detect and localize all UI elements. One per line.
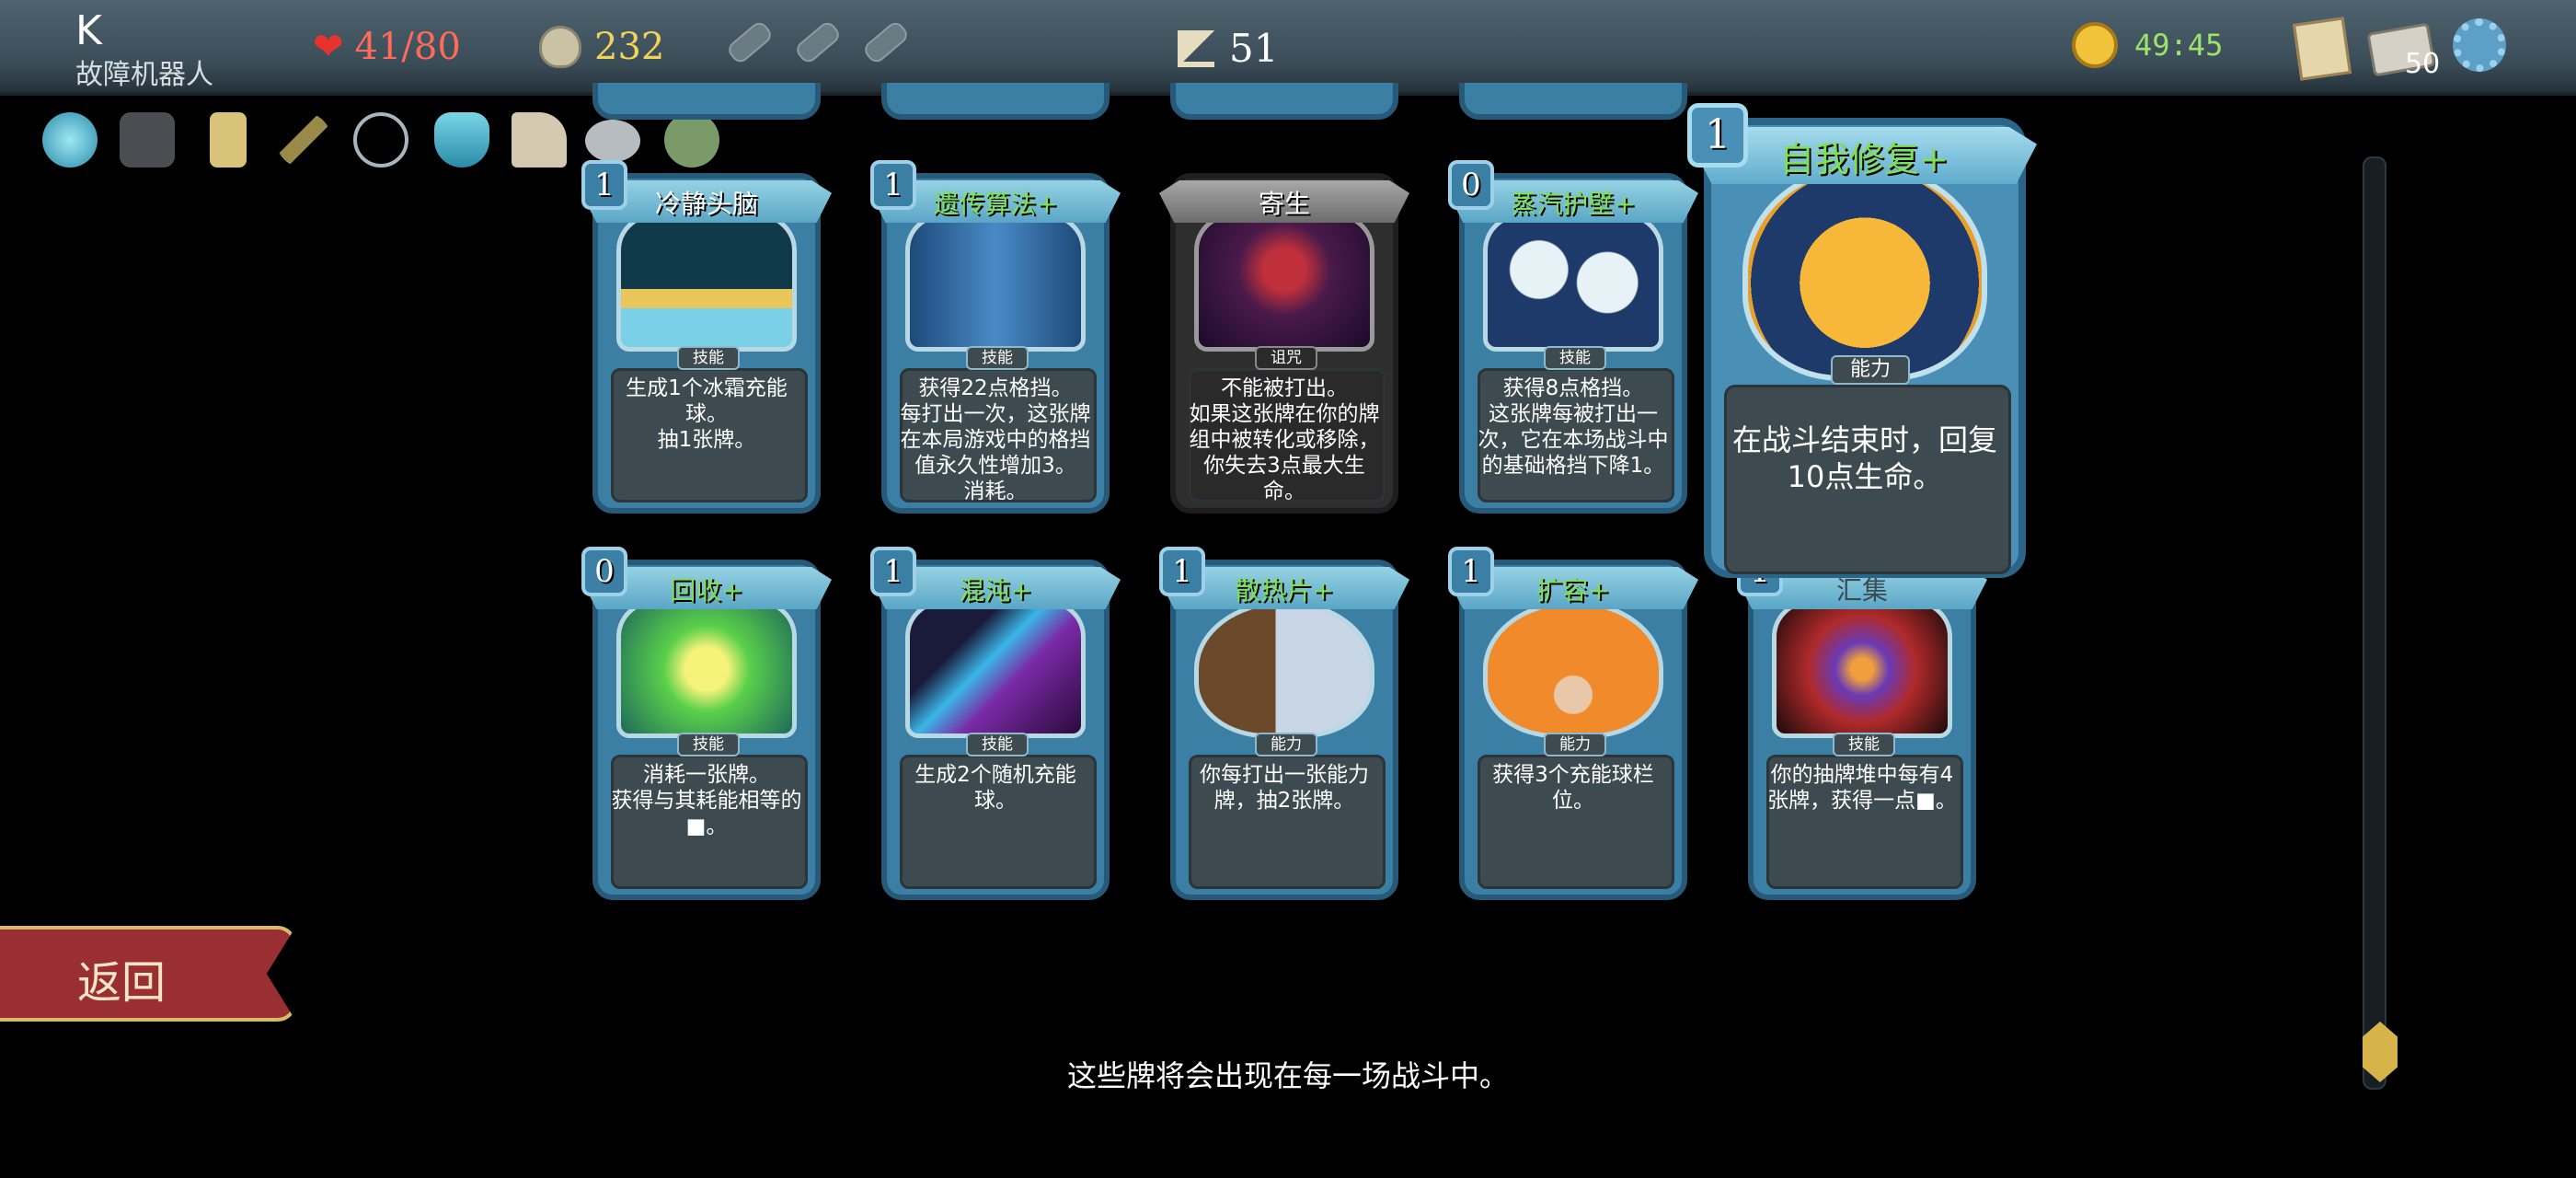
top-bar: K 故障机器人 ❤ 41/80 232 51 49:45 50 bbox=[0, 0, 2576, 96]
card-cost: 1 bbox=[870, 160, 916, 210]
card-chaos[interactable]: 混沌+ 1 技能 生成2个随机充能球。 bbox=[870, 547, 1121, 907]
empty-potion-slot-2[interactable] bbox=[793, 18, 843, 66]
card-art bbox=[1772, 600, 1952, 738]
crystal-relic-icon[interactable] bbox=[434, 112, 489, 167]
card-art bbox=[1483, 600, 1663, 738]
map-icon[interactable] bbox=[2292, 17, 2352, 81]
hp-display[interactable]: ❤ 41/80 bbox=[313, 26, 461, 68]
gear-icon[interactable] bbox=[2453, 18, 2506, 72]
gold-bag-icon bbox=[539, 26, 581, 68]
card-name: 寄生 bbox=[1258, 189, 1310, 219]
card-aggregate[interactable]: 汇集 1 技能 你的抽牌堆中每有4张牌，获得一点■。 bbox=[1737, 547, 1987, 907]
card-capacitor[interactable]: 扩容+ 1 能力 获得3个充能球栏位。 bbox=[1448, 547, 1698, 907]
card-cost: 1 bbox=[581, 160, 627, 210]
character-class: 故障机器人 bbox=[75, 59, 213, 91]
run-timer: 49:45 bbox=[2072, 22, 2223, 68]
lantern-relic-icon[interactable] bbox=[210, 112, 247, 167]
card-art bbox=[905, 600, 1086, 738]
gold-display[interactable]: 232 bbox=[539, 26, 664, 68]
card-genetic-algorithm[interactable]: 遗传算法+ 1 技能 获得22点格挡。 每打出一次，这张牌在本局游戏中的格挡值永… bbox=[870, 160, 1121, 521]
card-description: 你每打出一张能力牌，抽2张牌。 bbox=[1200, 763, 1369, 813]
card-parasite[interactable]: 寄生 诅咒 不能被打出。 如果这张牌在你的牌组中被转化或移除，你失去3点最大生命… bbox=[1159, 166, 1409, 521]
card-art bbox=[1194, 600, 1374, 738]
card-steam-barrier[interactable]: 蒸汽护壁+ 0 技能 获得8点格挡。 这张牌每被打出一次，它在本场战斗中的基础格… bbox=[1448, 160, 1698, 521]
card-description: 获得22点格挡。 每打出一次，这张牌在本局游戏中的格挡值永久性增加3。 消耗。 bbox=[900, 376, 1091, 503]
empty-potion-slot-3[interactable] bbox=[861, 18, 911, 66]
card-art bbox=[1483, 214, 1663, 352]
house-relic-icon[interactable] bbox=[512, 112, 567, 167]
footer-hint-text: 这些牌将会出现在每一场战斗中。 bbox=[1066, 1058, 1509, 1093]
stairs-icon bbox=[1178, 29, 1214, 67]
relic-icon-2[interactable] bbox=[120, 112, 175, 167]
card-type: 能力 bbox=[1255, 733, 1317, 756]
player-name: K bbox=[75, 7, 102, 54]
hp-value: 41/80 bbox=[354, 26, 461, 68]
card-cool-headed[interactable]: 冷静头脑 1 技能 生成1个冰霜充能球。 抽1张牌。 bbox=[581, 160, 832, 521]
card-type: 技能 bbox=[677, 346, 740, 370]
card-art bbox=[905, 214, 1086, 352]
floor-value: 51 bbox=[1229, 26, 1279, 71]
card-cost: 1 bbox=[1448, 547, 1494, 596]
stopwatch-icon bbox=[2072, 22, 2118, 68]
hovered-card-self-repair[interactable]: 自我修复+ 1 能力 在战斗结束时，回复10点生命。 bbox=[1687, 103, 2037, 580]
card-heatsinks[interactable]: 散热片+ 1 能力 你每打出一张能力牌，抽2张牌。 bbox=[1159, 547, 1409, 907]
empty-potion-slot-1[interactable] bbox=[725, 18, 775, 66]
card-description: 你的抽牌堆中每有4张牌，获得一点■。 bbox=[1767, 763, 1957, 813]
relic-icon-5[interactable] bbox=[353, 112, 408, 167]
cracked-core-relic-icon[interactable] bbox=[42, 112, 98, 167]
card-type: 技能 bbox=[677, 733, 740, 756]
card-art-wrench bbox=[1742, 164, 1987, 381]
card-description: 获得8点格挡。 这张牌每被打出一次，它在本场战斗中的基础格挡下降1。 bbox=[1478, 376, 1669, 478]
card-type: 技能 bbox=[966, 346, 1029, 370]
card-art bbox=[1194, 214, 1374, 352]
card-description: 生成2个随机充能球。 bbox=[914, 763, 1076, 813]
card-cost: 1 bbox=[1687, 103, 1748, 167]
floor-display: 51 bbox=[1178, 26, 1278, 71]
partial-card[interactable] bbox=[585, 83, 828, 125]
heart-icon: ❤ bbox=[313, 26, 344, 68]
gold-value: 232 bbox=[594, 26, 665, 68]
card-description: 不能被打出。 如果这张牌在你的牌组中被转化或移除，你失去3点最大生命。 bbox=[1189, 376, 1380, 503]
card-type: 能力 bbox=[1544, 733, 1606, 756]
card-cost: 1 bbox=[870, 547, 916, 596]
back-button-label[interactable]: 返回 bbox=[77, 946, 166, 1011]
card-recycle[interactable]: 回收+ 0 技能 消耗一张牌。 获得与其耗能相等的 ■。 bbox=[581, 547, 832, 907]
card-cost: 0 bbox=[581, 547, 627, 596]
card-type: 技能 bbox=[966, 733, 1029, 756]
card-description: 获得3个充能球栏位。 bbox=[1492, 763, 1654, 813]
card-art bbox=[616, 600, 797, 738]
card-art bbox=[616, 214, 797, 352]
timer-value: 49:45 bbox=[2134, 28, 2224, 63]
card-type: 诅咒 bbox=[1255, 346, 1317, 370]
card-description: 生成1个冰霜充能球。 抽1张牌。 bbox=[626, 376, 788, 452]
partial-card[interactable] bbox=[1452, 83, 1695, 125]
partial-card[interactable] bbox=[1163, 83, 1406, 125]
partial-card[interactable] bbox=[874, 83, 1117, 125]
card-type: 能力 bbox=[1831, 355, 1910, 385]
card-type: 技能 bbox=[1833, 733, 1895, 756]
scrollbar-track[interactable] bbox=[2363, 156, 2386, 1090]
relic-icon-4[interactable] bbox=[276, 112, 331, 167]
card-cost: 0 bbox=[1448, 160, 1494, 210]
card-description: 消耗一张牌。 获得与其耗能相等的 ■。 bbox=[611, 763, 802, 838]
card-cost: 1 bbox=[1159, 547, 1205, 596]
card-type: 技能 bbox=[1544, 346, 1606, 370]
deck-count: 50 bbox=[2405, 48, 2441, 80]
card-description: 在战斗结束时，回复10点生命。 bbox=[1731, 422, 1997, 494]
stone-relic-icon[interactable] bbox=[585, 120, 640, 162]
